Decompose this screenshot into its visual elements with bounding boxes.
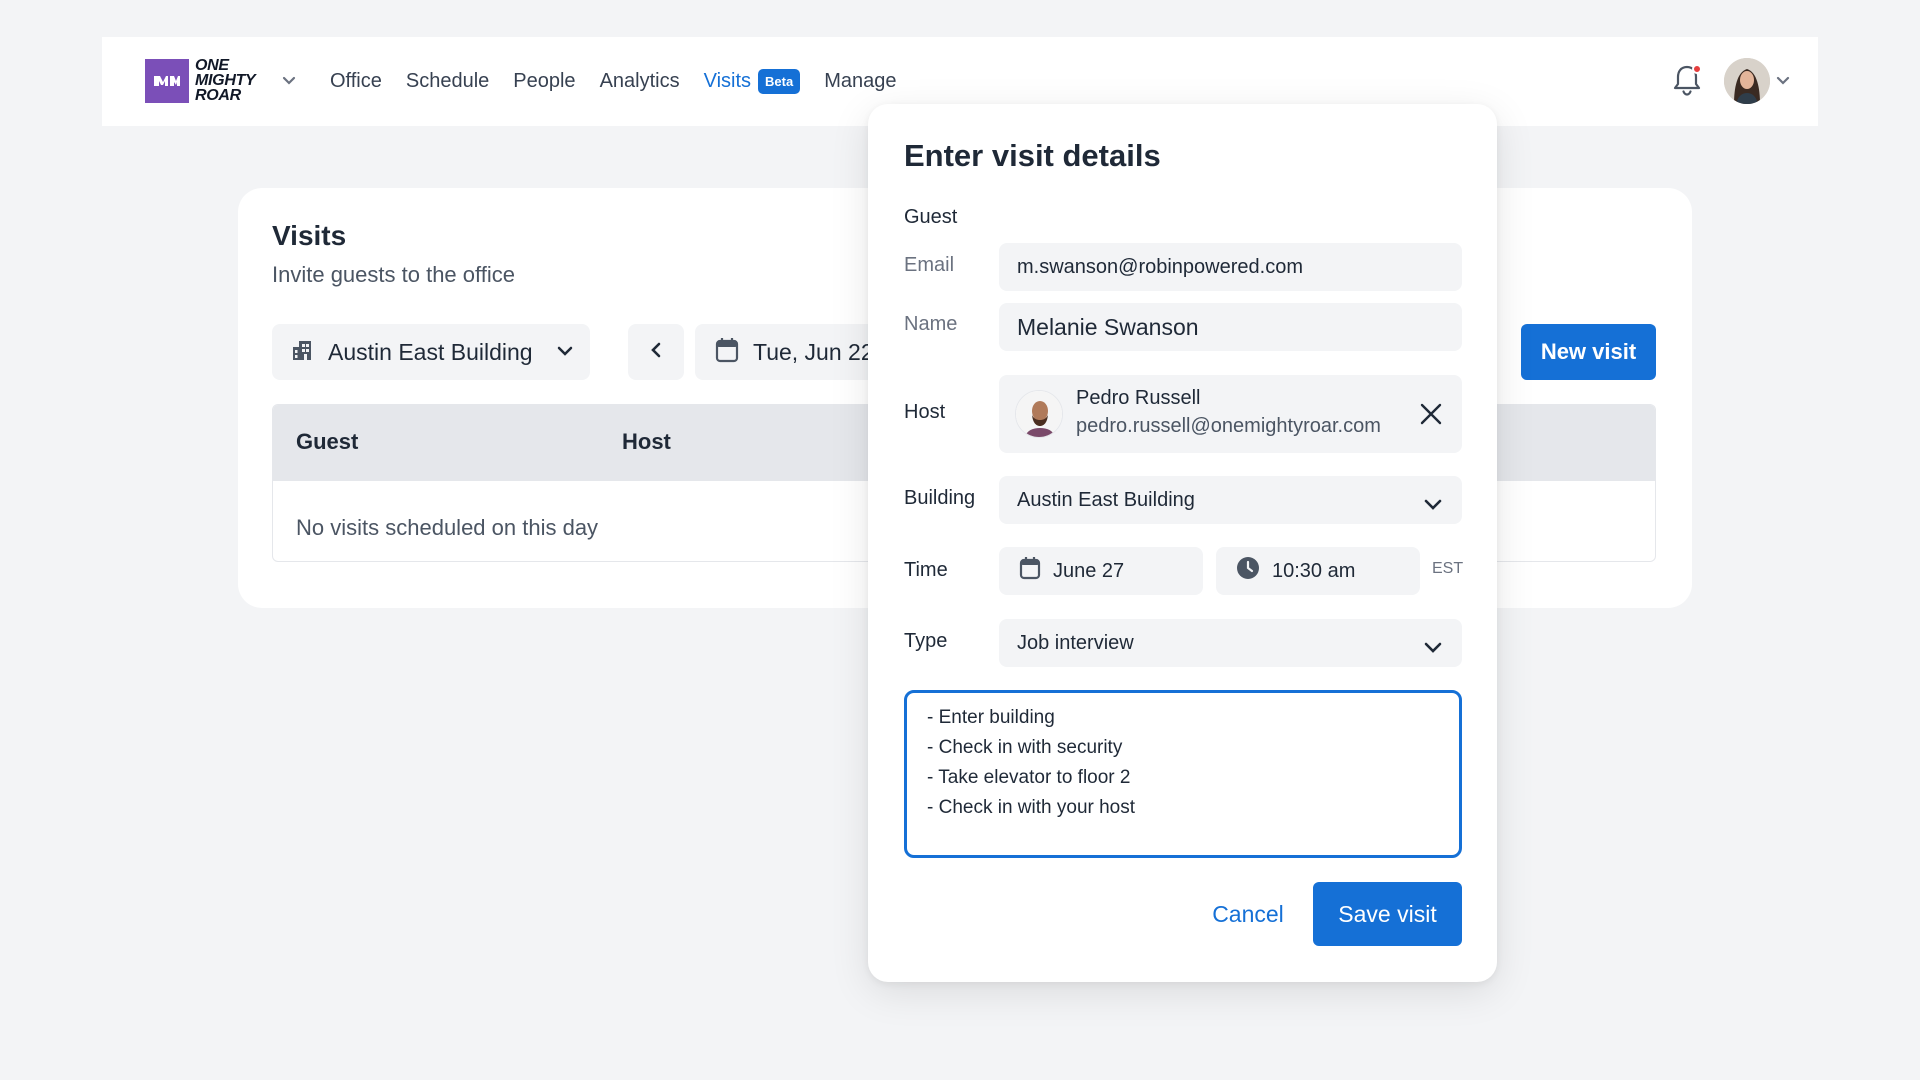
host-label: Host [904, 401, 946, 423]
date-picker-button[interactable]: Tue, Jun 22 [695, 324, 895, 380]
visit-date-picker[interactable]: June 27 [999, 547, 1203, 595]
host-avatar [1015, 390, 1063, 438]
nav-schedule[interactable]: Schedule [406, 70, 489, 93]
page-title: Visits [272, 220, 347, 251]
visit-time-value: 10:30 am [1272, 559, 1356, 582]
close-icon[interactable] [1419, 402, 1443, 431]
timezone-label: EST [1432, 560, 1464, 577]
building-select-label: Austin East Building [328, 338, 533, 365]
empty-state-message: No visits scheduled on this day [296, 515, 599, 540]
chevron-down-icon [1424, 494, 1442, 517]
chevron-down-icon [556, 344, 574, 363]
visit-date-value: June 27 [1053, 559, 1125, 582]
host-email: pedro.russell@onemightyroar.com [1076, 415, 1381, 437]
notes-line: - Check in with your host [927, 797, 1136, 818]
notes-line: - Check in with security [927, 737, 1123, 758]
notification-dot [1692, 64, 1702, 74]
nav-visits[interactable]: Visits Beta [704, 69, 801, 94]
building-select[interactable]: Austin East Building [272, 324, 590, 380]
calendar-icon [1019, 556, 1041, 586]
email-label: Email [904, 254, 955, 276]
chevron-down-icon [1424, 637, 1442, 660]
calendar-icon [715, 337, 739, 368]
nav-manage[interactable]: Manage [824, 70, 896, 93]
host-name: Pedro Russell [1076, 387, 1201, 409]
bell-icon[interactable] [1670, 62, 1704, 98]
date-label: Tue, Jun 22 [753, 338, 874, 365]
notes-line: - Enter building [927, 707, 1055, 728]
page-subtitle: Invite guests to the office [272, 262, 515, 287]
column-header-guest: Guest [296, 429, 359, 454]
chevron-left-icon [649, 341, 663, 364]
main-nav: Office Schedule People Analytics Visits … [330, 37, 920, 126]
chevron-down-icon[interactable] [282, 73, 296, 91]
visit-type-value: Job interview [1017, 631, 1134, 654]
visit-time-picker[interactable]: 10:30 am [1216, 547, 1420, 595]
save-visit-button[interactable]: Save visit [1313, 882, 1462, 946]
name-field[interactable]: Melanie Swanson [999, 303, 1462, 351]
visit-type-dropdown[interactable]: Job interview [999, 619, 1462, 667]
name-label: Name [904, 313, 958, 335]
visit-notes-textarea[interactable]: - Enter building - Check in with securit… [904, 690, 1462, 858]
beta-badge: Beta [758, 69, 801, 94]
chevron-down-icon[interactable] [1776, 73, 1790, 91]
nav-people[interactable]: People [513, 70, 575, 93]
previous-day-button[interactable] [628, 324, 684, 380]
nav-analytics[interactable]: Analytics [600, 70, 680, 93]
cancel-button[interactable]: Cancel [1193, 882, 1303, 946]
building-dropdown-value: Austin East Building [1017, 488, 1195, 511]
new-visit-button[interactable]: New visit [1521, 324, 1656, 380]
visit-details-modal: Enter visit details Guest Email m.swanso… [868, 104, 1497, 982]
nav-visits-label: Visits [703, 70, 752, 92]
type-label: Type [904, 630, 948, 652]
column-header-host: Host [622, 429, 671, 454]
host-field[interactable]: Pedro Russell pedro.russell@onemightyroa… [999, 375, 1462, 453]
user-avatar[interactable] [1724, 58, 1770, 104]
nav-office[interactable]: Office [330, 70, 382, 93]
brand-logo[interactable]: ONE MIGHTY ROAR [145, 57, 265, 104]
building-label: Building [904, 487, 976, 509]
time-label: Time [904, 559, 948, 581]
clock-icon [1236, 556, 1260, 586]
modal-title: Enter visit details [904, 138, 1161, 173]
guest-section-label: Guest [904, 206, 958, 228]
building-dropdown[interactable]: Austin East Building [999, 476, 1462, 524]
notes-line: - Take elevator to floor 2 [927, 767, 1131, 788]
building-icon [290, 338, 314, 367]
brand-name: ONE MIGHTY ROAR [195, 57, 256, 104]
email-field[interactable]: m.swanson@robinpowered.com [999, 243, 1462, 291]
brand-logo-icon [145, 58, 189, 103]
